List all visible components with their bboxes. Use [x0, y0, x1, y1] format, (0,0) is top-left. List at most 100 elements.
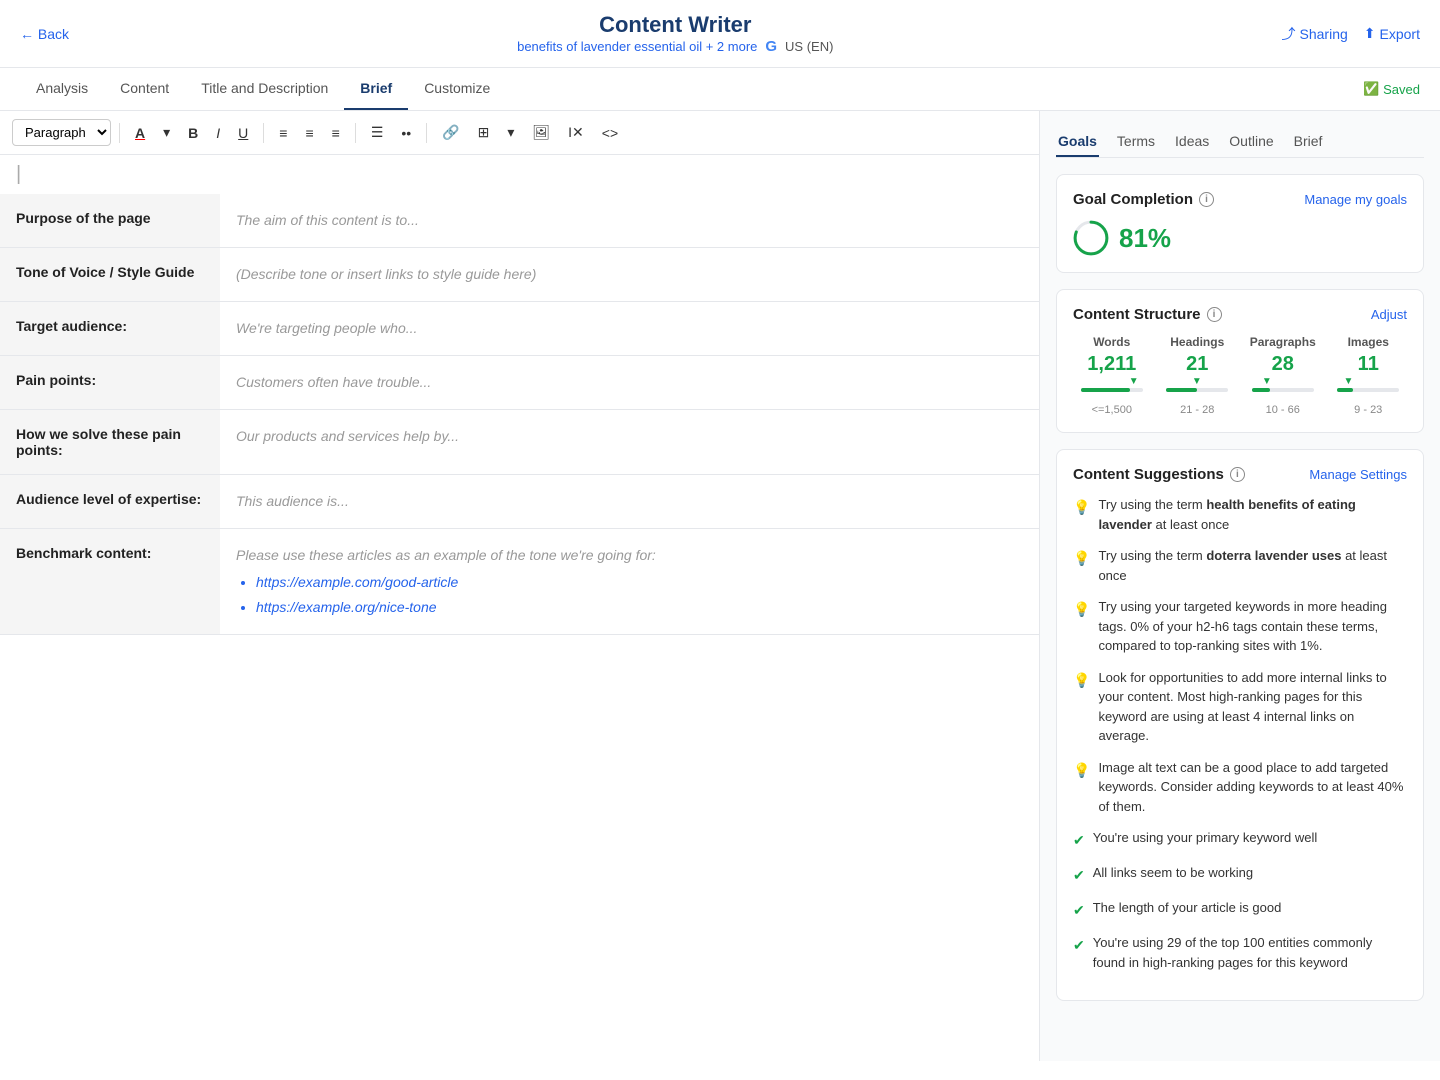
suggestion-item-8: ✔ You're using 29 of the top 100 entitie… [1073, 933, 1407, 972]
unordered-list-button[interactable]: •• [394, 121, 418, 145]
ordered-list-button[interactable]: ☰ [364, 120, 391, 145]
suggestion-text-3: Look for opportunities to add more inter… [1098, 668, 1407, 746]
row-label-solve: How we solve these pain points: [0, 410, 220, 475]
check-icon-5: ✔ [1073, 830, 1085, 851]
suggestion-text-1: Try using the term doterra lavender uses… [1098, 546, 1407, 585]
header-center: Content Writer benefits of lavender esse… [517, 12, 833, 55]
suggestion-item-3: 💡 Look for opportunities to add more int… [1073, 668, 1407, 746]
structure-item-images: Images 11 ▼ 9 - 23 [1330, 335, 1408, 416]
paragraph-style-select[interactable]: Paragraph [12, 119, 111, 146]
paragraphs-bar: ▼ [1244, 380, 1322, 400]
nav-tabs: Analysis Content Title and Description B… [0, 68, 1440, 111]
goal-header: Goal Completion i Manage my goals [1073, 191, 1407, 208]
sidebar-tab-ideas[interactable]: Ideas [1173, 127, 1211, 157]
table-row: Audience level of expertise: This audien… [0, 475, 1039, 529]
underline-button[interactable]: U [231, 121, 255, 145]
align-center-button[interactable]: ≡ [298, 121, 320, 145]
sharing-button[interactable]: ⤴ Sharing [1282, 24, 1348, 44]
align-left-button[interactable]: ≡ [272, 121, 294, 145]
row-input-pain-points[interactable]: Customers often have trouble... [220, 356, 1039, 410]
table-row: Tone of Voice / Style Guide (Describe to… [0, 248, 1039, 302]
toolbar-separator-1 [119, 123, 120, 143]
image-button[interactable]: 🖼 [525, 120, 557, 145]
share-icon: ⤴ [1282, 24, 1296, 44]
bulb-icon-3: 💡 [1073, 670, 1090, 746]
tab-customize[interactable]: Customize [408, 68, 506, 110]
tab-title-description[interactable]: Title and Description [185, 68, 344, 110]
adjust-link[interactable]: Adjust [1371, 307, 1407, 322]
structure-info-icon[interactable]: i [1207, 307, 1222, 322]
check-circle-icon: ✅ [1363, 81, 1379, 97]
table-dropdown[interactable]: ▾ [500, 120, 521, 145]
text-style-dropdown[interactable]: ▾ [156, 120, 177, 145]
table-button[interactable]: ⊞ [471, 120, 497, 145]
benchmark-link-2[interactable]: https://example.org/nice-tone [256, 597, 1023, 618]
editor-cursor: | [0, 155, 1039, 194]
content-structure-card: Content Structure i Adjust Words 1,211 ▼ [1056, 289, 1424, 433]
suggestions-header: Content Suggestions i Manage Settings [1073, 466, 1407, 483]
suggestions-title: Content Suggestions i [1073, 466, 1245, 483]
goal-completion-title: Goal Completion i [1073, 191, 1214, 208]
back-button[interactable]: ← Back [20, 26, 69, 42]
suggestion-item-7: ✔ The length of your article is good [1073, 898, 1407, 921]
bulb-icon-1: 💡 [1073, 548, 1090, 585]
row-input-solve[interactable]: Our products and services help by... [220, 410, 1039, 475]
goal-percent-display: 81% [1073, 220, 1407, 256]
row-input-audience[interactable]: We're targeting people who... [220, 302, 1039, 356]
suggestion-text-4: Image alt text can be a good place to ad… [1098, 758, 1407, 817]
sidebar-tab-goals[interactable]: Goals [1056, 127, 1099, 157]
sidebar-tab-terms[interactable]: Terms [1115, 127, 1157, 157]
row-input-tone[interactable]: (Describe tone or insert links to style … [220, 248, 1039, 302]
row-label-audience: Target audience: [0, 302, 220, 356]
link-button[interactable]: 🔗 [435, 120, 466, 145]
font-color-button[interactable]: A [128, 121, 152, 145]
sidebar-tab-brief[interactable]: Brief [1292, 127, 1325, 157]
check-icon-7: ✔ [1073, 900, 1085, 921]
manage-settings-link[interactable]: Manage Settings [1309, 467, 1407, 482]
editor-panel: Paragraph A ▾ B I U ≡ ≡ ≡ ☰ •• 🔗 ⊞ ▾ 🖼 I… [0, 111, 1040, 1061]
page-title: Content Writer [517, 12, 833, 38]
row-input-benchmark[interactable]: Please use these articles as an example … [220, 529, 1039, 635]
suggestions-info-icon[interactable]: i [1230, 467, 1245, 482]
row-input-expertise[interactable]: This audience is... [220, 475, 1039, 529]
row-input-purpose[interactable]: The aim of this content is to... [220, 194, 1039, 248]
toolbar-separator-4 [426, 123, 427, 143]
tab-content[interactable]: Content [104, 68, 185, 110]
goal-completion-card: Goal Completion i Manage my goals 81% [1056, 174, 1424, 273]
header: ← Back Content Writer benefits of lavend… [0, 0, 1440, 68]
sidebar-tab-outline[interactable]: Outline [1227, 127, 1275, 157]
content-suggestions-card: Content Suggestions i Manage Settings 💡 … [1056, 449, 1424, 1001]
export-button[interactable]: ⬆ Export [1364, 25, 1420, 42]
toolbar-separator-2 [263, 123, 264, 143]
manage-goals-link[interactable]: Manage my goals [1304, 192, 1407, 207]
toolbar-separator-3 [355, 123, 356, 143]
structure-item-headings: Headings 21 ▼ 21 - 28 [1159, 335, 1237, 416]
tab-brief[interactable]: Brief [344, 68, 408, 110]
suggestion-item-5: ✔ You're using your primary keyword well [1073, 828, 1407, 851]
nav-tabs-left: Analysis Content Title and Description B… [20, 68, 506, 110]
suggestion-text-8: You're using 29 of the top 100 entities … [1093, 933, 1407, 972]
goal-completion-info-icon[interactable]: i [1199, 192, 1214, 207]
suggestion-text-7: The length of your article is good [1093, 898, 1282, 921]
align-right-button[interactable]: ≡ [325, 121, 347, 145]
row-label-benchmark: Benchmark content: [0, 529, 220, 635]
header-subtitle[interactable]: benefits of lavender essential oil + 2 m… [517, 39, 757, 54]
structure-title: Content Structure i [1073, 306, 1222, 323]
toolbar: Paragraph A ▾ B I U ≡ ≡ ≡ ☰ •• 🔗 ⊞ ▾ 🖼 I… [0, 111, 1039, 155]
header-right: ⤴ Sharing ⬆ Export [1282, 24, 1420, 44]
sidebar-panel: Goals Terms Ideas Outline Brief Goal Com… [1040, 111, 1440, 1061]
format-clear-button[interactable]: I✕ [561, 120, 591, 145]
italic-button[interactable]: I [209, 121, 227, 145]
table-row: Target audience: We're targeting people … [0, 302, 1039, 356]
bold-button[interactable]: B [181, 121, 205, 145]
suggestion-item-2: 💡 Try using your targeted keywords in mo… [1073, 597, 1407, 656]
code-button[interactable]: <> [595, 121, 625, 145]
structure-header: Content Structure i Adjust [1073, 306, 1407, 323]
goal-percent-value: 81% [1119, 223, 1171, 254]
tab-analysis[interactable]: Analysis [20, 68, 104, 110]
row-label-expertise: Audience level of expertise: [0, 475, 220, 529]
benchmark-link-1[interactable]: https://example.com/good-article [256, 572, 1023, 593]
table-row: How we solve these pain points: Our prod… [0, 410, 1039, 475]
google-icon: G [765, 38, 777, 55]
suggestion-text-5: You're using your primary keyword well [1093, 828, 1318, 851]
